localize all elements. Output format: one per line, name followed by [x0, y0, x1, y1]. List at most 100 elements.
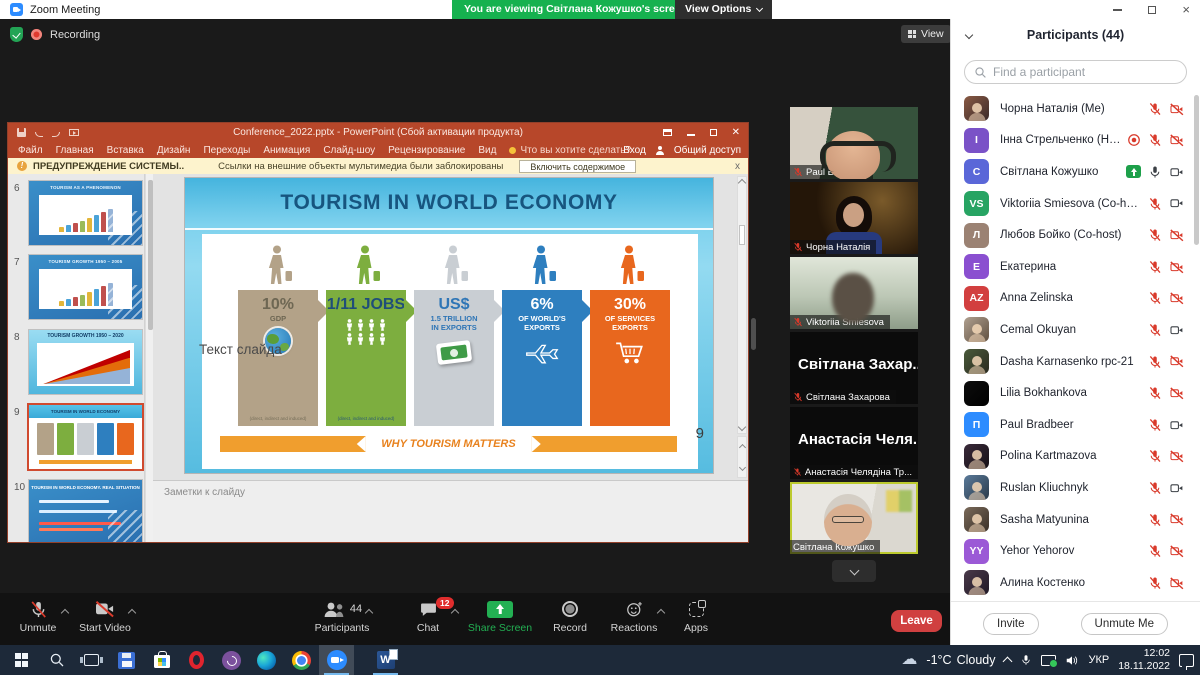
leave-button[interactable]: Leave [891, 610, 942, 632]
video-button[interactable]: Start Video [67, 598, 143, 642]
slide-scrollbar[interactable] [737, 176, 747, 434]
view-options-button[interactable]: View Options [675, 0, 772, 19]
participant-row-5[interactable]: EЕкатерина [951, 251, 1193, 283]
slide-canvas[interactable]: TOURISM IN WORLD ECONOMY Текст слайда WH… [185, 178, 713, 473]
participant-row-9[interactable]: Lilia Bokhankova [951, 377, 1193, 409]
slide-thumbnail-6[interactable]: TOURISM AS A PHENOMENON [29, 181, 142, 245]
warning-close-icon[interactable]: x [735, 161, 740, 172]
close-button[interactable]: × [1182, 5, 1190, 15]
action-center-icon[interactable] [1179, 654, 1194, 667]
video-tile-2[interactable]: Viktoriia Smiesova [790, 257, 918, 329]
unmute-button[interactable]: Unmute [0, 598, 76, 642]
video-tile-4[interactable]: Анастасія Челя...Анастасія Челядіна Тр..… [790, 407, 918, 479]
participant-row-13[interactable]: Sasha Matyunina [951, 504, 1193, 536]
ppt-tab-3[interactable]: Дизайн [157, 145, 191, 156]
ppt-tab-0[interactable]: Файл [18, 145, 43, 156]
taskbar-chrome-button[interactable] [284, 645, 319, 675]
slideshow-icon[interactable] [69, 129, 79, 136]
ppt-tab-6[interactable]: Слайд-шоу [323, 145, 375, 156]
slide-thumbnail-10[interactable]: TOURISM IN WORLD ECONOMY. REAL SITUATION [29, 480, 142, 542]
ppt-tab-8[interactable]: Вид [478, 145, 496, 156]
undo-icon[interactable] [35, 132, 43, 137]
view-layout-button[interactable]: View [901, 25, 951, 43]
video-tile-5[interactable]: Світлана Кожушко [790, 482, 918, 554]
ppt-tab-7[interactable]: Рецензирование [388, 145, 465, 156]
chat-button[interactable]: 12Chat [390, 598, 466, 642]
chevron-up-icon[interactable] [451, 609, 459, 617]
slide-thumbnail-7[interactable]: TOURISM GROWTH 1950 – 2005 [29, 255, 142, 319]
tell-me-box[interactable]: Что вы хотите сделать? [509, 145, 631, 156]
ppt-minimize-button[interactable] [687, 134, 695, 136]
participant-row-3[interactable]: VSViktoriia Smiesova (Co-host) [951, 188, 1193, 220]
panel-chevron-icon[interactable] [965, 31, 973, 39]
tray-display-icon[interactable] [1041, 655, 1056, 666]
video-tile-1[interactable]: Чорна Наталія [790, 182, 918, 254]
participant-row-4[interactable]: ЛЛюбов Бойко (Co-host) [951, 219, 1193, 251]
ppt-maximize-button[interactable] [710, 129, 717, 136]
shared-screen-scrollbar[interactable] [751, 318, 756, 350]
participants-button[interactable]: 44Participants [304, 598, 380, 642]
ppt-signin-link[interactable]: Вход [623, 145, 646, 156]
chevron-up-icon[interactable] [128, 609, 136, 617]
scroll-down-icon[interactable] [738, 423, 746, 431]
scroll-thumb[interactable] [739, 225, 745, 245]
collapse-videos-button[interactable] [832, 560, 876, 582]
participant-row-10[interactable]: ПPaul Bradbeer [951, 409, 1193, 441]
enable-content-button[interactable]: Включить содержимое [519, 160, 636, 173]
taskbar-opera-button[interactable] [179, 645, 214, 675]
taskbar-viber-button[interactable] [214, 645, 249, 675]
taskbar-edge-button[interactable] [249, 645, 284, 675]
chevron-up-icon[interactable] [365, 609, 373, 617]
video-tile-3[interactable]: Світлана Захар...Світлана Захарова [790, 332, 918, 404]
taskbar-search-button[interactable] [39, 645, 74, 675]
scroll-up-icon[interactable] [738, 179, 746, 187]
participant-row-15[interactable]: Алина Костенко [951, 567, 1193, 599]
participant-row-11[interactable]: Polina Kartmazova [951, 441, 1193, 473]
taskbar-start-button[interactable] [4, 645, 39, 675]
tray-expand-icon[interactable] [1003, 657, 1013, 667]
taskbar-word-button[interactable]: W [368, 645, 403, 675]
ppt-close-button[interactable]: ✕ [732, 127, 740, 138]
language-indicator[interactable]: УКР [1088, 654, 1109, 666]
participant-row-2[interactable]: CСвітлана Кожушко [951, 156, 1193, 188]
save-icon[interactable] [17, 128, 26, 137]
slide-thumbnail-8[interactable]: TOURISM GROWTH 1950 – 2020 [29, 330, 142, 394]
slide-thumbnail-9[interactable]: TOURISM IN WORLD ECONOMY [29, 405, 142, 469]
weather-widget[interactable]: -1°C Cloudy [926, 653, 995, 667]
unmute-me-button[interactable]: Unmute Me [1081, 613, 1168, 635]
invite-button[interactable]: Invite [983, 613, 1039, 635]
participant-row-8[interactable]: Dasha Karnasenko rpc-21 [951, 346, 1193, 378]
redo-icon[interactable] [52, 132, 60, 137]
participant-row-0[interactable]: Чорна Наталія (Me) [951, 93, 1193, 125]
tray-mic-icon[interactable] [1020, 653, 1032, 667]
ppt-tab-4[interactable]: Переходы [203, 145, 250, 156]
taskbar-files-button[interactable] [109, 645, 144, 675]
ppt-share-button[interactable]: Общий доступ [674, 145, 741, 156]
apps-button[interactable]: Apps [658, 598, 734, 642]
participant-row-6[interactable]: AZAnna Zelinska [951, 283, 1193, 315]
slide-nav-buttons[interactable] [737, 436, 747, 478]
maximize-button[interactable] [1148, 6, 1156, 14]
taskbar-taskview-button[interactable] [74, 645, 109, 675]
participant-row-7[interactable]: Cemal Okuyan [951, 314, 1193, 346]
video-tile-0[interactable]: Paul Bradbeer [790, 107, 918, 179]
participant-row-14[interactable]: YYYehor Yehorov [951, 535, 1193, 567]
security-shield-icon[interactable] [10, 27, 23, 42]
slide-notes-area[interactable]: Заметки к слайду [153, 480, 748, 542]
search-input[interactable]: Find a participant [964, 60, 1187, 84]
participants-scrollbar[interactable] [1194, 95, 1199, 245]
tray-speaker-icon[interactable] [1065, 654, 1079, 667]
taskbar-store-button[interactable] [144, 645, 179, 675]
taskbar-clock[interactable]: 12:02 18.11.2022 [1118, 647, 1170, 673]
participant-row-1[interactable]: IІнна Стрельченко (Host) [951, 125, 1193, 157]
ppt-tab-2[interactable]: Вставка [107, 145, 144, 156]
ppt-tab-5[interactable]: Анимация [263, 145, 310, 156]
weather-cloud-icon[interactable]: ☁ [901, 652, 917, 668]
participant-row-12[interactable]: Ruslan Kliuchnyk [951, 472, 1193, 504]
taskbar-zoom-button[interactable] [319, 645, 354, 675]
thumbnail-scrollbar[interactable] [145, 174, 153, 542]
ppt-tab-1[interactable]: Главная [56, 145, 94, 156]
ribbon-options-icon[interactable] [663, 129, 672, 136]
minimize-button[interactable] [1113, 9, 1122, 11]
share-button[interactable]: Share Screen [462, 598, 538, 642]
